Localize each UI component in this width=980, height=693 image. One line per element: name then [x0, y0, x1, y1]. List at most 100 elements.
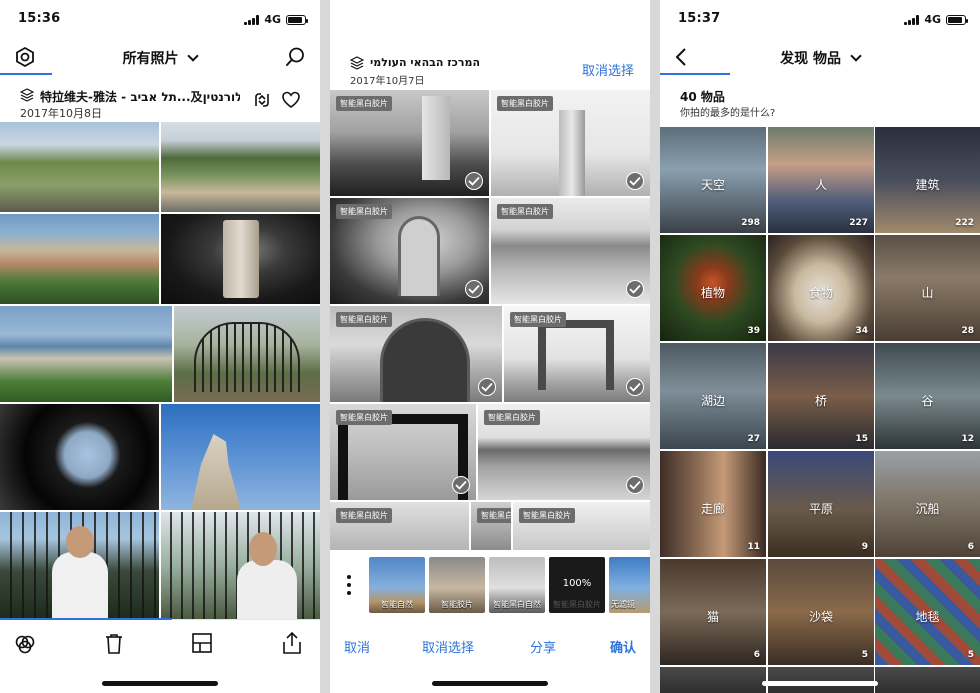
- album-selector[interactable]: 所有照片: [0, 48, 320, 68]
- cancel-button[interactable]: 取消: [344, 637, 370, 656]
- search-icon[interactable]: [284, 46, 306, 68]
- photo-tile[interactable]: 智能黑白胶片: [330, 502, 469, 550]
- collage-icon[interactable]: [192, 633, 212, 653]
- bottom-toolbar: [0, 618, 320, 693]
- category-tile[interactable]: 平原 9: [768, 451, 874, 557]
- category-tile[interactable]: 植物 39: [660, 235, 766, 341]
- confirm-button[interactable]: 确认: [610, 637, 636, 656]
- deselect-all-button[interactable]: 取消选择: [422, 637, 474, 656]
- category-selector[interactable]: 发现 物品: [660, 48, 980, 68]
- status-time: 15:36: [18, 11, 61, 26]
- category-tile[interactable]: 山 28: [875, 235, 980, 341]
- checkmark-icon[interactable]: [465, 172, 483, 190]
- checkmark-icon[interactable]: [478, 378, 496, 396]
- photo-tile[interactable]: 智能黑白胶片: [491, 198, 650, 304]
- category-tile[interactable]: 天空 298: [660, 127, 766, 233]
- status-bar: 15:37 4G: [660, 0, 980, 40]
- checkmark-icon[interactable]: [626, 172, 644, 190]
- category-tile[interactable]: 谷 12: [875, 343, 980, 449]
- photo-tile[interactable]: 智能黑白胶片: [330, 404, 476, 500]
- photo-tile[interactable]: 智能黑白胶片: [478, 404, 650, 500]
- category-tile[interactable]: 食物 34: [768, 235, 874, 341]
- photo-person: [237, 560, 297, 619]
- photo-tile[interactable]: [161, 214, 320, 304]
- photo-person-head: [249, 532, 277, 566]
- more-icon[interactable]: [346, 574, 352, 596]
- category-count: 34: [855, 326, 868, 336]
- checkmark-icon[interactable]: [626, 378, 644, 396]
- photo-tile[interactable]: 智能黑白胶片: [491, 90, 650, 196]
- category-tile[interactable]: 猫6: [660, 559, 766, 665]
- category-tile[interactable]: 沉船 6: [875, 451, 980, 557]
- screen-all-photos: 15:36 4G 所有照片 特拉维夫-雅法 - תל אביב...及פלורנ…: [0, 0, 320, 693]
- share-button[interactable]: 分享: [530, 637, 556, 656]
- status-indicators: 4G: [904, 13, 968, 26]
- trash-icon[interactable]: [104, 633, 124, 655]
- screen-discover-things: 15:37 4G 发现 物品 40 物品 你拍的最多的是什么? 天空 298 人 22…: [660, 0, 980, 693]
- photo-tile[interactable]: 智能黑白胶片: [471, 502, 511, 550]
- category-tile[interactable]: 湖边 27: [660, 343, 766, 449]
- photo-tile[interactable]: [0, 122, 159, 212]
- filter-option[interactable]: 智能黑白自然: [489, 557, 545, 613]
- things-count: 40 物品: [680, 90, 725, 104]
- photo-tile[interactable]: 智能黑白胶片: [330, 198, 489, 304]
- category-count: 5: [861, 650, 868, 660]
- category-tile[interactable]: [660, 667, 766, 693]
- network-type: 4G: [264, 13, 281, 26]
- photo-tile[interactable]: [161, 404, 320, 510]
- checkmark-icon[interactable]: [465, 280, 483, 298]
- category-label: 走廊: [700, 501, 725, 516]
- filter-option[interactable]: 无滤镜: [609, 557, 650, 613]
- filter-label: 智能自然: [381, 600, 413, 609]
- category-count: 6: [967, 542, 974, 552]
- filter-option[interactable]: 智能自然: [369, 557, 425, 613]
- share-icon[interactable]: [282, 631, 302, 655]
- photo-tile[interactable]: [0, 214, 159, 304]
- album-date: 2017年10月8日: [20, 107, 102, 120]
- filter-option[interactable]: 智能胶片: [429, 557, 485, 613]
- category-tile[interactable]: 地毯 5: [875, 559, 980, 665]
- album-header[interactable]: 特拉维夫-雅法 - תל אביב...及פלורנטין 2017年10月8日: [0, 84, 320, 122]
- battery-icon: [286, 14, 308, 25]
- category-tile[interactable]: 沙袋 5: [768, 559, 874, 665]
- photo-tile[interactable]: 智能黑白胶片: [330, 306, 502, 402]
- network-type: 4G: [924, 13, 941, 26]
- photo-tile[interactable]: [0, 512, 159, 619]
- filter-tag: 智能黑白胶片: [510, 312, 566, 327]
- filter-tag: 智能黑白胶片: [336, 96, 392, 111]
- filter-strength: 100%: [562, 578, 592, 589]
- photo-tile[interactable]: [174, 306, 320, 402]
- filter-tag: 智能黑白胶片: [519, 508, 575, 523]
- category-tile[interactable]: 人 227: [768, 127, 874, 233]
- photo-subject: [338, 414, 468, 500]
- filter-option-selected[interactable]: 100% 智能黑白胶片: [549, 557, 605, 613]
- filters-icon[interactable]: [14, 633, 36, 655]
- category-tile[interactable]: [768, 667, 874, 693]
- toolbar-underline: [0, 618, 172, 620]
- photo-tile[interactable]: 智能黑白胶片: [513, 502, 650, 550]
- nav-underline: [0, 73, 52, 75]
- category-tile[interactable]: 走廊 11: [660, 451, 766, 557]
- album-date: 2017年10月7日: [350, 76, 425, 87]
- photo-grid: [0, 122, 320, 619]
- photo-tile[interactable]: 智能黑白胶片: [330, 90, 489, 196]
- deselect-button[interactable]: 取消选择: [582, 60, 634, 79]
- photo-tile[interactable]: [0, 404, 159, 510]
- category-tile[interactable]: 桥 15: [768, 343, 874, 449]
- home-indicator: [432, 681, 548, 686]
- category-tile[interactable]: [875, 667, 980, 693]
- checkmark-icon[interactable]: [626, 280, 644, 298]
- checkmark-icon[interactable]: [626, 476, 644, 494]
- photo-tile[interactable]: [0, 306, 172, 402]
- photo-tile[interactable]: [161, 512, 320, 619]
- category-tile[interactable]: 建筑 222: [875, 127, 980, 233]
- enhance-icon[interactable]: [252, 90, 272, 110]
- category-count: 12: [961, 434, 974, 444]
- photo-tile[interactable]: 智能黑白胶片: [504, 306, 650, 402]
- photo-subject: [194, 322, 300, 392]
- heart-icon[interactable]: [282, 91, 300, 109]
- category-label: 沉船: [915, 501, 940, 516]
- photo-tile[interactable]: [161, 122, 320, 212]
- checkmark-icon[interactable]: [452, 476, 470, 494]
- page-title: 发现 物品: [780, 51, 841, 67]
